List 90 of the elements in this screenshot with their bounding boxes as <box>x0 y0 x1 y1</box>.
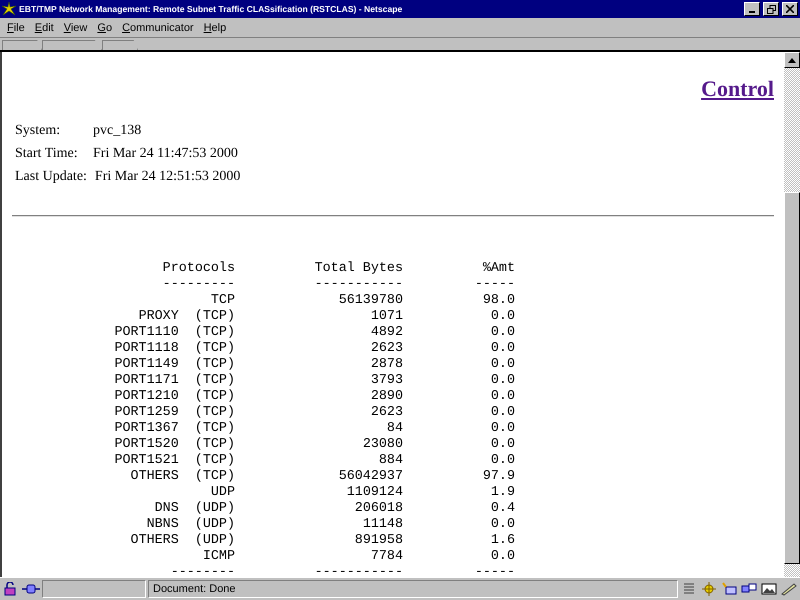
info-label: System: <box>15 123 62 139</box>
close-icon <box>786 5 794 13</box>
dash-line: -------- <box>170 565 235 577</box>
column-header: Total Bytes <box>314 261 403 277</box>
column-header: %Amt <box>482 261 515 277</box>
table-cell-text: ICMP <box>202 549 235 565</box>
menu-item[interactable]: Help <box>198 22 232 34</box>
table-cell-text: 0.0 <box>490 549 515 565</box>
info-label: Last Update: <box>15 169 87 185</box>
table-cell-text: OTHERS (UDP) <box>130 533 235 549</box>
table-cell-text: 2878 <box>370 357 403 373</box>
status-text: Document: Done <box>153 583 236 595</box>
table-cell-text: 56042937 <box>338 469 403 485</box>
menu-item[interactable]: Communicator <box>117 22 199 34</box>
up-arrow-icon <box>788 58 796 62</box>
toolbar-grip[interactable] <box>42 40 102 50</box>
table-cell-text: PORT1210 (TCP) <box>113 389 235 405</box>
info-value: pvc_138 <box>93 123 142 139</box>
picture-frame-icon[interactable] <box>760 582 778 596</box>
minimize-button[interactable] <box>744 2 760 16</box>
table-cell-text: 3793 <box>370 373 403 389</box>
table-cell-text: 0.0 <box>490 405 515 421</box>
table-cell-text: NBNS (UDP) <box>146 517 235 533</box>
table-cell-text: 2623 <box>370 341 403 357</box>
menu-item[interactable]: View <box>58 22 92 34</box>
table-cell-text: PORT1521 (TCP) <box>113 453 235 469</box>
info-label: Start Time: <box>15 146 79 162</box>
table-cell-text: 0.0 <box>490 341 515 357</box>
table-cell-text: 98.0 <box>482 293 515 309</box>
table-cell-text: 2890 <box>370 389 403 405</box>
dash-line: ----- <box>474 277 515 293</box>
table-cell-text: PORT1367 (TCP) <box>113 421 235 437</box>
table-cell-text: UDP <box>210 485 235 501</box>
table-cell-text: OTHERS (TCP) <box>130 469 235 485</box>
toolbar-grip[interactable] <box>2 40 42 50</box>
table-cell-text: 0.0 <box>490 357 515 373</box>
menu-item[interactable]: Edit <box>30 22 59 34</box>
info-value: Fri Mar 24 12:51:53 2000 <box>94 169 240 185</box>
table-cell-text: PORT1259 (TCP) <box>113 405 235 421</box>
table-cell-text: 0.0 <box>490 421 515 437</box>
table-cell-text: 0.0 <box>490 453 515 469</box>
table-cell-text: 884 <box>378 453 403 469</box>
table-cell-text: 0.0 <box>490 437 515 453</box>
table-cell-text: 0.0 <box>490 309 515 325</box>
table-cell-text: 891958 <box>354 533 403 549</box>
table-cell-text: 97.9 <box>482 469 515 485</box>
close-button[interactable] <box>782 2 798 16</box>
table-cell-text: PROXY (TCP) <box>138 309 235 325</box>
table-cell-text: 1109124 <box>346 485 403 501</box>
table-cell-text: 56139780 <box>338 293 403 309</box>
restore-button[interactable] <box>763 2 779 16</box>
info-value: Fri Mar 24 11:47:53 2000 <box>93 146 238 162</box>
plug-icon[interactable] <box>22 582 40 596</box>
dash-line: ----------- <box>314 565 403 577</box>
toolbar-grip[interactable] <box>102 40 138 50</box>
menu-item[interactable]: Go <box>92 22 118 34</box>
pen-icon[interactable] <box>780 582 798 596</box>
table-cell-text: 206018 <box>354 501 403 517</box>
table-cell-text: 0.0 <box>490 325 515 341</box>
table-cell-text: 1.9 <box>490 485 515 501</box>
table-cell-text: 11148 <box>362 517 403 533</box>
table-cell-text: 23080 <box>362 437 403 453</box>
dash-line: --------- <box>162 277 235 293</box>
table-cell-text: PORT1149 (TCP) <box>113 357 235 373</box>
table-cell-text: 1071 <box>370 309 403 325</box>
table-cell-text: 0.0 <box>490 517 515 533</box>
table-cell-text: 0.0 <box>490 389 515 405</box>
table-cell-text: 1.6 <box>490 533 515 549</box>
table-cell-text: PORT1118 (TCP) <box>113 341 235 357</box>
table-cell-text: 2623 <box>370 405 403 421</box>
table-cell-text: PORT1520 (TCP) <box>113 437 235 453</box>
dash-line: ----------- <box>314 277 403 293</box>
netscape-logo-icon <box>2 2 16 16</box>
table-cell-text: PORT1171 (TCP) <box>113 373 235 389</box>
table-cell-text: 0.4 <box>490 501 515 517</box>
table-cell-text: 0.0 <box>490 373 515 389</box>
inbox-icon[interactable] <box>720 582 738 596</box>
table-cell-text: PORT1110 (TCP) <box>113 325 235 341</box>
control-link[interactable]: Control <box>701 76 774 102</box>
restore-icon <box>766 4 776 14</box>
dash-line: ----- <box>474 565 515 577</box>
table-cell-text: 7784 <box>370 549 403 565</box>
table-cell-text: TCP <box>210 293 235 309</box>
table-cell-text: 4892 <box>370 325 403 341</box>
scroll-up-button[interactable] <box>784 52 800 68</box>
column-header: Protocols <box>162 261 235 277</box>
table-cell-text: 84 <box>386 421 403 437</box>
menu-item[interactable]: File <box>2 22 30 34</box>
window-title: EBT/TMP Network Management: Remote Subnet Traffic CLASsification (RSTCLAS) - Netscape <box>19 4 404 14</box>
table-cell-text: DNS (UDP) <box>154 501 235 517</box>
